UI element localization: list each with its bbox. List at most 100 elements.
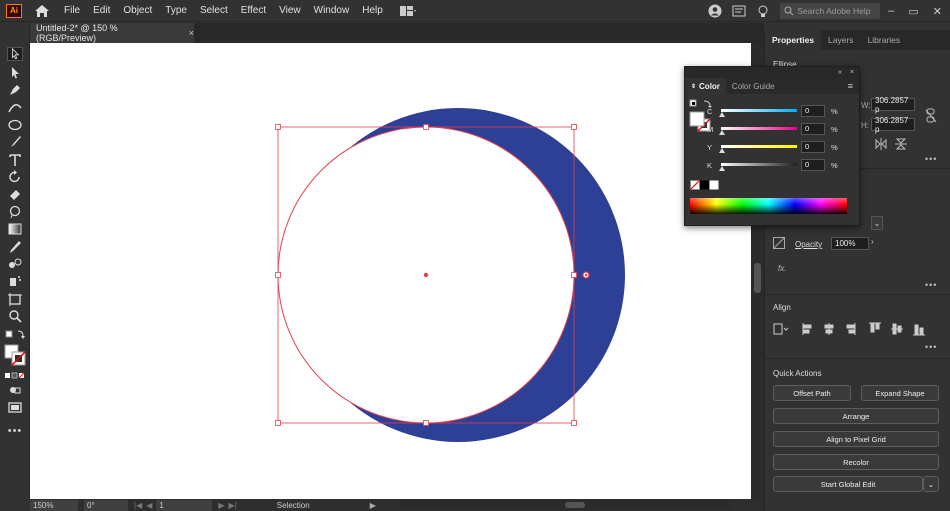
last-artboard-icon[interactable]: ▶| — [229, 501, 237, 510]
appearance-more-icon[interactable]: ••• — [925, 280, 937, 290]
menu-edit[interactable]: Edit — [93, 5, 110, 16]
tab-layers[interactable]: Layers — [821, 30, 861, 50]
flip-vertical-icon[interactable] — [895, 138, 907, 150]
color-spectrum[interactable] — [690, 198, 847, 214]
black-slider-row[interactable]: K 0 % — [707, 159, 857, 173]
rotate-tool-icon[interactable] — [7, 170, 23, 184]
close-panel-icon[interactable]: × — [850, 69, 854, 76]
previous-artboard-icon[interactable]: ◀ — [146, 501, 152, 510]
lasso-tool-icon[interactable] — [7, 205, 23, 219]
menu-object[interactable]: Object — [123, 5, 152, 16]
magenta-slider-track[interactable] — [721, 127, 797, 130]
horizontal-scrollbar[interactable] — [400, 500, 730, 510]
menu-window[interactable]: Window — [314, 5, 350, 16]
offset-path-button[interactable]: Offset Path — [773, 385, 851, 401]
artboard-tool-icon[interactable] — [7, 292, 23, 306]
expand-shape-button[interactable]: Expand Shape — [861, 385, 939, 401]
pen-tool-icon[interactable] — [7, 83, 23, 97]
menu-view[interactable]: View — [279, 5, 301, 16]
swap-fill-stroke-icon[interactable] — [5, 329, 25, 343]
align-buttons[interactable] — [773, 322, 950, 336]
eraser-tool-icon[interactable] — [7, 187, 23, 201]
black-slider-track[interactable] — [721, 163, 797, 166]
artboard-number-field[interactable]: 1 — [156, 499, 213, 511]
close-document-icon[interactable]: × — [189, 28, 194, 38]
menu-type[interactable]: Type — [165, 5, 187, 16]
ellipse-tool-icon[interactable] — [7, 118, 23, 132]
height-field[interactable]: 306.2857 p — [871, 116, 915, 134]
blend-tool-icon[interactable] — [7, 257, 23, 271]
tab-libraries[interactable]: Libraries — [861, 30, 908, 50]
home-icon[interactable] — [34, 4, 50, 18]
black-slider-knob[interactable] — [719, 166, 725, 171]
vertical-scroll-thumb[interactable] — [754, 263, 761, 293]
menu-effect[interactable]: Effect — [241, 5, 266, 16]
direct-selection-tool-icon[interactable] — [7, 66, 23, 80]
status-mode[interactable]: Selection — [277, 501, 310, 510]
status-menu-icon[interactable]: ▶ — [370, 501, 376, 510]
cyan-slider-row[interactable]: C 0 % — [707, 105, 857, 119]
cyan-slider-knob[interactable] — [719, 112, 725, 117]
menu-file[interactable]: File — [64, 5, 80, 16]
yellow-slider-knob[interactable] — [719, 148, 725, 153]
next-artboard-icon[interactable]: ▶ — [218, 501, 224, 510]
close-window-button[interactable]: ✕ — [933, 5, 942, 18]
screen-mode-icon[interactable] — [7, 401, 23, 415]
gradient-tool-icon[interactable] — [7, 222, 23, 236]
black-value-field[interactable]: 0 — [801, 159, 825, 171]
workspace-layout-icon[interactable] — [399, 5, 416, 17]
search-input[interactable]: Search Adobe Help — [780, 3, 881, 19]
flip-horizontal-icon[interactable] — [875, 138, 887, 150]
document-tab[interactable]: Untitled-2* @ 150 % (RGB/Preview) × — [30, 23, 194, 43]
transform-more-icon[interactable]: ••• — [925, 154, 937, 164]
collapse-panel-icon[interactable]: « — [838, 69, 842, 76]
magenta-slider-knob[interactable] — [719, 130, 725, 135]
eyedropper-tool-icon[interactable] — [7, 240, 23, 254]
arrange-documents-icon[interactable] — [732, 4, 746, 18]
zoom-level-field[interactable]: 150% — [30, 499, 78, 511]
paintbrush-tool-icon[interactable] — [7, 135, 23, 149]
stroke-weight-dropdown[interactable]: ⌄ — [871, 216, 883, 230]
symbol-sprayer-tool-icon[interactable] — [7, 274, 23, 288]
maximize-button[interactable]: ▭ — [908, 5, 918, 18]
opacity-label[interactable]: Opacity — [795, 240, 822, 249]
magenta-slider-row[interactable]: M 0 % — [707, 123, 857, 137]
artboard[interactable] — [30, 43, 751, 499]
selection-tool-icon[interactable] — [7, 47, 23, 61]
horizontal-scroll-thumb[interactable] — [565, 502, 585, 508]
yellow-value-field[interactable]: 0 — [801, 141, 825, 153]
tab-color-guide[interactable]: Color Guide — [726, 78, 781, 94]
tab-properties[interactable]: Properties — [765, 30, 822, 50]
constrain-proportions-icon[interactable] — [925, 108, 937, 124]
menu-select[interactable]: Select — [200, 5, 228, 16]
quick-swatches[interactable] — [690, 180, 720, 190]
panel-menu-icon[interactable]: ≡ — [848, 81, 853, 91]
first-artboard-icon[interactable]: |◀ — [134, 501, 142, 510]
fill-stroke-swatch[interactable] — [4, 344, 26, 366]
minimize-button[interactable]: – — [888, 5, 894, 18]
lightbulb-icon[interactable] — [756, 4, 770, 18]
color-mode-icons[interactable] — [4, 369, 26, 383]
yellow-slider-row[interactable]: Y 0 % — [707, 141, 857, 155]
global-edit-options-dropdown[interactable]: ⌄ — [923, 476, 939, 492]
rotation-field[interactable]: 0° — [84, 499, 128, 511]
align-more-icon[interactable]: ••• — [925, 342, 937, 352]
align-to-pixel-grid-button[interactable]: Align to Pixel Grid — [773, 431, 939, 447]
opacity-arrow-icon[interactable]: › — [871, 237, 874, 246]
arrange-button[interactable]: Arrange — [773, 408, 939, 424]
cyan-slider-track[interactable] — [721, 109, 797, 112]
start-global-edit-button[interactable]: Start Global Edit — [773, 476, 923, 492]
tab-color[interactable]: ⇕ Color — [685, 78, 726, 94]
yellow-slider-track[interactable] — [721, 145, 797, 148]
draw-mode-icon[interactable] — [7, 383, 23, 397]
width-field[interactable]: 306.2857 p — [871, 96, 915, 114]
recolor-button[interactable]: Recolor — [773, 454, 939, 470]
menu-help[interactable]: Help — [362, 5, 383, 16]
color-panel-titlebar[interactable]: « × — [685, 67, 859, 78]
cyan-value-field[interactable]: 0 — [801, 105, 825, 117]
zoom-tool-icon[interactable] — [7, 309, 23, 323]
user-account-icon[interactable] — [708, 4, 722, 18]
edit-toolbar-more-icon[interactable]: ••• — [7, 424, 23, 438]
type-tool-icon[interactable] — [7, 153, 23, 167]
curvature-tool-icon[interactable] — [7, 100, 23, 114]
